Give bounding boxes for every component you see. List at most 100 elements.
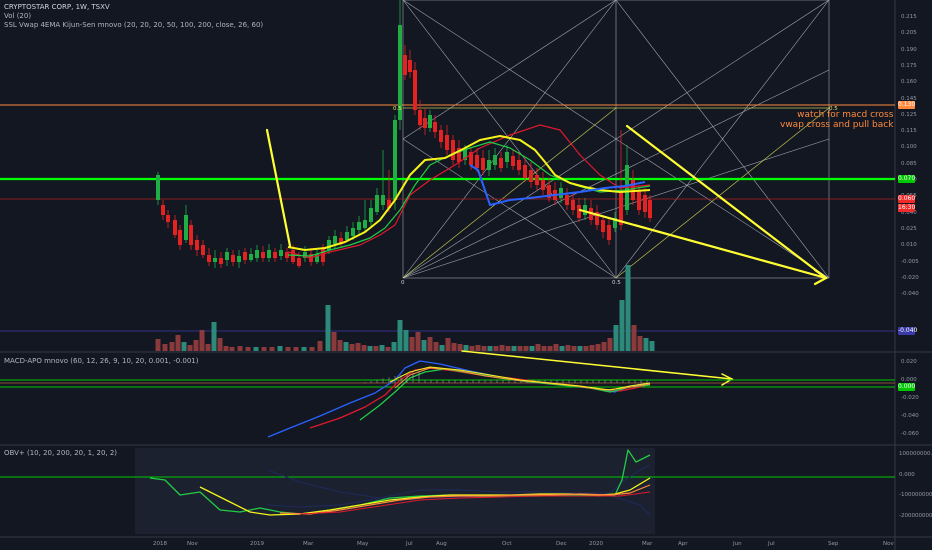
volume-bar — [301, 347, 307, 351]
candle-body — [607, 225, 611, 240]
price-tag-red: 0.060 — [898, 195, 916, 203]
volume-bar — [337, 340, 343, 351]
candle-body — [345, 232, 349, 240]
candle-body — [403, 55, 407, 75]
volume-bar — [499, 345, 505, 351]
axis-tick-label: -0.040 — [901, 291, 919, 298]
candle-body — [243, 252, 247, 260]
volume-bar — [559, 346, 565, 351]
axis-tick-label: 0.190 — [901, 46, 917, 53]
volume-bar — [511, 346, 517, 351]
candle-body — [166, 215, 170, 222]
candle-body — [529, 170, 533, 182]
volume-bar — [293, 347, 299, 351]
volume-bar — [457, 344, 463, 351]
candle-body — [481, 158, 485, 170]
volume-bar — [211, 322, 217, 351]
axis-tick-label: 0.115 — [901, 128, 917, 135]
volume-bar — [589, 345, 595, 351]
obv-legend[interactable]: OBV+ (10, 20, 200, 20, 1, 20, 2) — [4, 449, 117, 458]
candle-body — [237, 256, 241, 262]
ssl-legend[interactable]: SSL Vwap 4EMA Kijun-Sen mnovo (20, 20, 2… — [4, 21, 263, 30]
candle-body — [375, 195, 379, 212]
candle-body — [297, 258, 301, 266]
volume-bar — [397, 320, 403, 351]
candle-body — [184, 215, 188, 240]
candle-body — [201, 245, 205, 255]
candle-body — [327, 240, 331, 250]
volume-bar — [245, 347, 251, 351]
axis-tick-label: 0.085 — [901, 160, 917, 167]
symbol-title[interactable]: CRYPTOSTAR CORP, 1W, TSXV — [4, 3, 263, 12]
time-tick-label: 2020 — [589, 541, 603, 547]
volume-bar — [229, 347, 235, 351]
volume-bar — [553, 344, 559, 351]
candle-body — [433, 122, 437, 132]
candle-body — [273, 252, 277, 258]
volume-bar — [379, 345, 385, 351]
volume-bar — [595, 344, 601, 351]
axis-tick-label: 100000000.000 — [899, 451, 932, 457]
volume-bar — [175, 335, 181, 351]
chart-canvas[interactable] — [0, 0, 932, 550]
axis-tick-label: 0.025 — [901, 225, 917, 232]
candle-body — [207, 255, 211, 262]
candle-body — [445, 135, 449, 150]
time-tick-label: Mar — [642, 541, 653, 547]
volume-bar — [181, 342, 187, 351]
candle-body — [213, 258, 217, 262]
vol-legend[interactable]: Vol (20) — [4, 12, 263, 21]
candle-body — [505, 152, 509, 162]
candle-body — [381, 195, 385, 205]
volume-bar — [205, 344, 211, 351]
macd-legend[interactable]: MACD-APO mnovo (60, 12, 26, 9, 10, 20, 0… — [4, 357, 199, 366]
candle-body — [267, 250, 271, 258]
candle-body — [189, 225, 193, 245]
candle-body — [231, 255, 235, 262]
volume-bar — [529, 346, 535, 351]
time-tick-label: May — [357, 541, 369, 547]
volume-bar — [199, 330, 205, 351]
candle-body — [475, 155, 479, 168]
volume-bar — [367, 346, 373, 351]
fib-label-top: 0.5 — [393, 106, 402, 112]
volume-bar — [433, 342, 439, 351]
axis-tick-label: 0.020 — [901, 359, 917, 365]
volume-bar — [391, 342, 397, 351]
axis-tick-label: -0.060 — [901, 431, 919, 437]
price-tag-countdown: 16:30 — [898, 204, 916, 212]
volume-bar — [463, 345, 469, 351]
volume-bar — [269, 347, 275, 351]
candle-body — [643, 195, 647, 212]
candle-body — [261, 252, 265, 258]
volume-bar — [631, 325, 637, 351]
candle-body — [571, 200, 575, 210]
candle-body — [619, 190, 623, 225]
volume-bar — [619, 300, 625, 351]
volume-bar — [373, 346, 379, 351]
candle-body — [408, 60, 412, 72]
volume-bar — [187, 345, 193, 351]
time-tick-label: Jul — [768, 541, 775, 547]
price-tag-orange: 0.130 — [898, 101, 916, 109]
candle-body — [178, 230, 182, 245]
fib-label-right: 0.5 — [829, 106, 838, 112]
axis-tick-label: 0.100 — [901, 144, 917, 151]
candle-body — [601, 220, 605, 232]
volume-bar — [571, 346, 577, 351]
axis-tick-label: 0.205 — [901, 30, 917, 37]
time-tick-label: Jul — [406, 541, 413, 547]
axis-tick-label: -0.020 — [901, 274, 919, 281]
time-tick-label: 2019 — [250, 541, 264, 547]
candle-body — [577, 205, 581, 218]
candle-body — [173, 220, 177, 235]
text-annotation[interactable]: watch for macd cross vwap cross and pull… — [780, 110, 893, 130]
candle-body — [156, 175, 160, 200]
price-tag-green: 0.070 — [898, 175, 916, 183]
annotation-line-2: vwap cross and pull back — [780, 120, 894, 130]
volume-bar — [643, 338, 649, 351]
volume-bar — [237, 346, 243, 351]
candle-body — [279, 250, 283, 256]
time-tick-label: Dec — [556, 541, 567, 547]
candle-body — [413, 70, 417, 110]
